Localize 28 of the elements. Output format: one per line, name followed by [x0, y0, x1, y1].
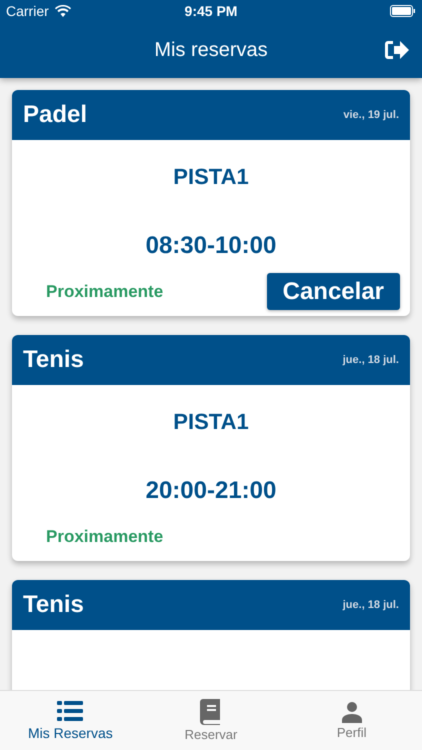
person-icon — [342, 701, 362, 723]
carrier-label: Carrier — [6, 3, 49, 19]
tab-bar-item[interactable]: Mis Reservas — [0, 691, 141, 750]
wifi-icon — [54, 5, 71, 17]
court-name: PISTA1 — [173, 163, 249, 191]
page-title: Mis reservas — [154, 38, 268, 62]
reservation-date: vie., 19 jul. — [343, 109, 399, 121]
battery-icon — [390, 5, 416, 17]
court-name: PISTA1 — [173, 408, 249, 436]
tab-label: Reservar — [184, 727, 238, 742]
reservation-date: jue., 18 jul. — [342, 354, 399, 366]
reservation-status: Proximamente — [46, 526, 164, 546]
reservation-date: jue., 18 jul. — [342, 599, 399, 611]
list-icon — [57, 700, 84, 722]
time-slot: 20:00-21:00 — [146, 475, 276, 507]
reservation-status: Proximamente — [46, 282, 164, 302]
tab-label: Mis Reservas — [28, 724, 113, 740]
book-icon — [200, 699, 222, 725]
cancel-button[interactable]: Cancelar — [266, 273, 400, 310]
tab-bar-item[interactable]: Perfil — [281, 691, 422, 750]
status-time: 9:45 PM — [184, 3, 238, 19]
tab-label: Perfil — [336, 725, 366, 740]
sport-name: Tenis — [23, 591, 84, 619]
sport-name: Padel — [23, 101, 88, 129]
tab-bar-item[interactable]: Reservar — [140, 691, 282, 750]
sport-name: Tenis — [23, 346, 84, 374]
logout-icon[interactable] — [384, 39, 410, 61]
time-slot: 08:30-10:00 — [146, 230, 276, 262]
